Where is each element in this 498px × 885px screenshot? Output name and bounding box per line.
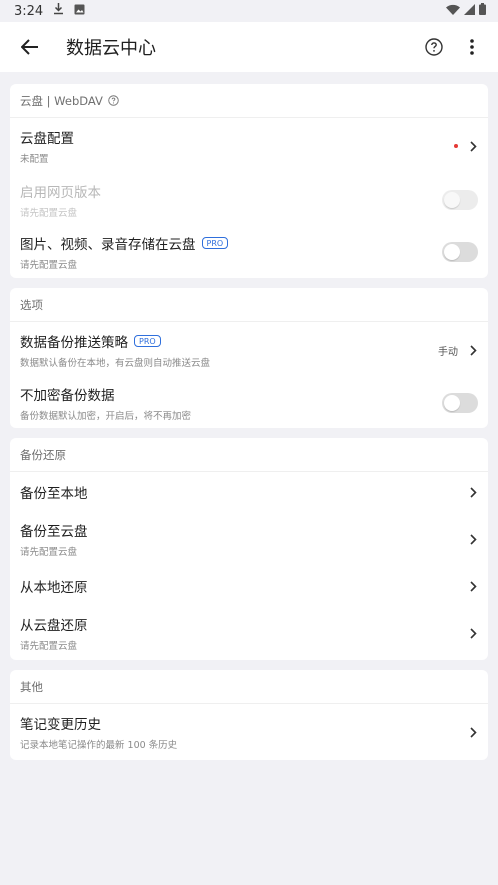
- image-icon: [74, 4, 85, 19]
- web-version-row: 启用网页版本 请先配置云盘: [10, 174, 488, 226]
- chevron-right-icon: [468, 486, 478, 498]
- row-title: 数据备份推送策略: [20, 335, 128, 351]
- row-subtitle: 请先配置云盘: [20, 260, 78, 271]
- section-cloud: 云盘 | WebDAV 云盘配置 未配置 启用网页版本 请先配置云盘 图片、视频…: [10, 84, 488, 278]
- unconfigured-dot: [454, 144, 458, 148]
- download-icon: [53, 3, 64, 19]
- pro-badge: PRO: [201, 237, 229, 249]
- row-title: 不加密备份数据: [20, 388, 115, 404]
- chevron-right-icon: [468, 627, 478, 639]
- row-title: 备份至本地: [20, 486, 88, 502]
- row-subtitle: 请先配置云盘: [20, 547, 78, 558]
- web-version-toggle: [442, 190, 478, 210]
- row-title: 云盘配置: [20, 131, 74, 147]
- webdav-help-icon[interactable]: [108, 95, 119, 106]
- chevron-right-icon: [468, 533, 478, 545]
- chevron-right-icon: [468, 140, 478, 152]
- section-header: 备份还原: [10, 438, 488, 472]
- no-encrypt-toggle[interactable]: [442, 393, 478, 413]
- row-title: 备份至云盘: [20, 524, 88, 540]
- arrow-left-icon: [21, 39, 38, 55]
- chevron-right-icon: [468, 344, 478, 356]
- note-history-row[interactable]: 笔记变更历史 记录本地笔记操作的最新 100 条历史: [10, 704, 488, 760]
- help-button[interactable]: [422, 35, 446, 59]
- row-subtitle: 记录本地笔记操作的最新 100 条历史: [20, 740, 178, 751]
- more-button[interactable]: [460, 35, 484, 59]
- page-title: 数据云中心: [66, 38, 156, 59]
- restore-from-cloud-row[interactable]: 从云盘还原 请先配置云盘: [10, 606, 488, 660]
- push-strategy-row[interactable]: 数据备份推送策略 PRO 数据默认备份在本地，有云盘则自动推送云盘 手动: [10, 322, 488, 378]
- section-title: 备份还原: [20, 447, 66, 462]
- back-button[interactable]: [16, 33, 44, 61]
- media-cloud-row[interactable]: 图片、视频、录音存储在云盘 PRO 请先配置云盘: [10, 226, 488, 278]
- row-title: 从本地还原: [20, 580, 88, 596]
- section-title: 云盘 | WebDAV: [20, 93, 103, 108]
- backup-to-local-row[interactable]: 备份至本地: [10, 472, 488, 512]
- chevron-right-icon: [468, 726, 478, 738]
- question-circle-icon: [425, 38, 443, 56]
- row-title: 从云盘还原: [20, 618, 88, 634]
- battery-icon: [479, 3, 486, 19]
- no-encrypt-row[interactable]: 不加密备份数据 备份数据默认加密，开启后，将不再加密: [10, 378, 488, 428]
- section-title: 选项: [20, 297, 43, 312]
- row-subtitle: 请先配置云盘: [20, 641, 78, 652]
- wifi-icon: [446, 4, 460, 19]
- row-subtitle: 请先配置云盘: [20, 208, 78, 219]
- row-subtitle: 未配置: [20, 154, 49, 165]
- section-header: 其他: [10, 670, 488, 704]
- row-title: 启用网页版本: [20, 185, 101, 201]
- restore-from-local-row[interactable]: 从本地还原: [10, 566, 488, 606]
- row-title: 图片、视频、录音存储在云盘: [20, 237, 196, 253]
- app-bar: 数据云中心: [0, 22, 498, 72]
- section-backup: 备份还原 备份至本地 备份至云盘 请先配置云盘 从本地还原 从云盘还原 请先配置…: [10, 438, 488, 660]
- row-subtitle: 备份数据默认加密，开启后，将不再加密: [20, 411, 192, 422]
- chevron-right-icon: [468, 580, 478, 592]
- cloud-config-row[interactable]: 云盘配置 未配置: [10, 118, 488, 174]
- row-title: 笔记变更历史: [20, 717, 101, 733]
- section-options: 选项 数据备份推送策略 PRO 数据默认备份在本地，有云盘则自动推送云盘 手动 …: [10, 288, 488, 428]
- section-header: 云盘 | WebDAV: [10, 84, 488, 118]
- settings-list: 云盘 | WebDAV 云盘配置 未配置 启用网页版本 请先配置云盘 图片、视频…: [10, 84, 488, 770]
- section-header: 选项: [10, 288, 488, 322]
- signal-icon: [464, 3, 475, 19]
- status-bar: 3:24: [0, 0, 498, 22]
- row-subtitle: 数据默认备份在本地，有云盘则自动推送云盘: [20, 358, 211, 369]
- more-vert-icon: [470, 39, 474, 55]
- push-strategy-value: 手动: [438, 346, 458, 358]
- pro-badge: PRO: [134, 335, 161, 347]
- section-title: 其他: [20, 679, 43, 694]
- media-cloud-toggle[interactable]: [442, 242, 478, 262]
- backup-to-cloud-row[interactable]: 备份至云盘 请先配置云盘: [10, 512, 488, 566]
- status-time: 3:24: [14, 3, 44, 19]
- section-other: 其他 笔记变更历史 记录本地笔记操作的最新 100 条历史: [10, 670, 488, 760]
